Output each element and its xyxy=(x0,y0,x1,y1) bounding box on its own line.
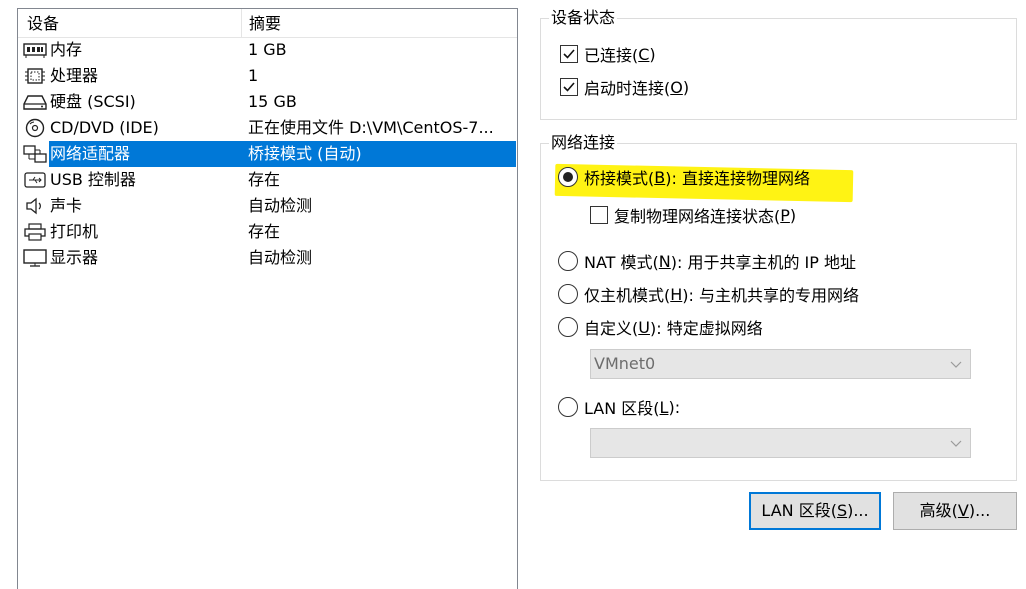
device-summary: 自动检测 xyxy=(248,196,313,215)
device-row-cd-dvd[interactable]: CD/DVD (IDE) 正在使用文件 D:\VM\CentOS-7... xyxy=(18,115,517,141)
bridged-mode-description: ): 直接连接物理网络 xyxy=(665,169,810,188)
device-row-network-adapter[interactable]: 网络适配器 桥接模式 (自动) xyxy=(18,141,517,167)
device-summary: 自动检测 xyxy=(248,248,313,267)
connect-at-power-on-accesskey: O xyxy=(670,77,683,97)
device-name: 显示器 xyxy=(50,248,99,267)
device-summary: 正在使用文件 D:\VM\CentOS-7... xyxy=(248,118,494,137)
bridged-mode-accesskey: B xyxy=(654,167,666,187)
device-row-sound-card[interactable]: 声卡 自动检测 xyxy=(18,193,517,219)
device-summary: 桥接模式 (自动) xyxy=(248,144,362,163)
device-summary: 存在 xyxy=(248,170,281,189)
device-name: 硬盘 (SCSI) xyxy=(50,92,136,111)
column-header-device[interactable]: 设备 xyxy=(18,9,242,38)
device-summary: 存在 xyxy=(248,222,281,241)
lan-segment-label: LAN 区段( xyxy=(584,399,660,418)
checkbox-box[interactable] xyxy=(560,45,578,63)
device-row-printer[interactable]: 打印机 存在 xyxy=(18,219,517,245)
device-name: 处理器 xyxy=(50,66,99,85)
advanced-button[interactable]: 高级(V)... xyxy=(893,492,1017,530)
device-row-usb-controller[interactable]: USB 控制器 存在 xyxy=(18,167,517,193)
host-only-accesskey: H xyxy=(670,284,683,304)
device-name: 网络适配器 xyxy=(50,144,131,163)
advanced-button-suffix: )... xyxy=(968,501,991,520)
device-summary: 1 xyxy=(248,66,259,85)
bridged-mode-label: 桥接模式( xyxy=(584,169,655,188)
monitor-icon xyxy=(22,248,48,268)
host-only-label: 仅主机模式( xyxy=(584,286,671,305)
device-list-header: 设备 摘要 xyxy=(18,9,517,38)
custom-network-label: 自定义( xyxy=(584,319,639,338)
lan-segments-button-suffix: )... xyxy=(847,501,869,520)
connected-label-suffix: ) xyxy=(649,44,656,64)
device-status-group: 设备状态 xyxy=(540,8,1017,120)
bridged-mode-radio[interactable]: 桥接模式(B): 直接连接物理网络 xyxy=(558,165,810,189)
device-name: CD/DVD (IDE) xyxy=(50,118,159,137)
replicate-physical-state-checkbox[interactable]: 复制物理网络连接状态(P) xyxy=(590,203,796,227)
nat-mode-radio[interactable]: NAT 模式(N): 用于共享主机的 IP 地址 xyxy=(558,249,856,273)
checkbox-box[interactable] xyxy=(590,206,608,224)
network-connection-title: 网络连接 xyxy=(549,133,618,153)
lan-segments-button-label: LAN 区段( xyxy=(761,501,837,520)
checkbox-box[interactable] xyxy=(560,78,578,96)
device-name: USB 控制器 xyxy=(50,170,136,189)
usb-icon xyxy=(22,170,48,190)
printer-icon xyxy=(22,222,48,242)
connected-label: 已连接( xyxy=(584,46,639,65)
lan-segments-button-accesskey: S xyxy=(836,501,848,520)
connected-accesskey: C xyxy=(638,44,650,64)
advanced-button-accesskey: V xyxy=(957,501,969,520)
nat-mode-description: ): 用于共享主机的 IP 地址 xyxy=(670,253,857,272)
lan-segment-label-suffix: ): xyxy=(668,397,681,417)
device-list[interactable]: 设备 摘要 内存 1 GB 处理器 1 硬盘 (SCSI) 15 GB CD/D… xyxy=(17,8,518,589)
radio-button[interactable] xyxy=(558,397,578,417)
hard-disk-icon xyxy=(22,92,48,112)
device-row-memory[interactable]: 内存 1 GB xyxy=(18,37,517,63)
memory-icon xyxy=(22,40,48,60)
custom-network-select[interactable]: VMnet0 xyxy=(590,349,971,379)
lan-segment-select[interactable] xyxy=(590,428,971,458)
custom-network-accesskey: U xyxy=(638,317,650,337)
device-row-processor[interactable]: 处理器 1 xyxy=(18,63,517,89)
radio-button[interactable] xyxy=(558,167,578,187)
nat-mode-accesskey: N xyxy=(658,251,671,271)
cd-dvd-icon xyxy=(22,118,48,138)
radio-button[interactable] xyxy=(558,317,578,337)
device-summary: 15 GB xyxy=(248,92,297,111)
lan-segment-accesskey: L xyxy=(659,397,669,417)
connect-at-power-on-checkbox[interactable]: 启动时连接(O) xyxy=(560,75,689,99)
radio-button[interactable] xyxy=(558,284,578,304)
device-summary: 1 GB xyxy=(248,40,287,59)
processor-icon xyxy=(22,66,48,86)
speaker-icon xyxy=(22,196,48,216)
custom-network-select-value: VMnet0 xyxy=(594,354,656,373)
chevron-down-icon xyxy=(950,438,962,448)
host-only-description: ): 与主机共享的专用网络 xyxy=(682,286,860,305)
custom-network-radio[interactable]: 自定义(U): 特定虚拟网络 xyxy=(558,315,763,339)
network-adapter-icon xyxy=(22,144,48,164)
lan-segments-button[interactable]: LAN 区段(S)... xyxy=(749,492,881,530)
connect-at-power-on-label-suffix: ) xyxy=(682,77,690,97)
column-header-summary[interactable]: 摘要 xyxy=(242,9,517,38)
device-row-hard-disk[interactable]: 硬盘 (SCSI) 15 GB xyxy=(18,89,517,115)
device-name: 打印机 xyxy=(50,222,99,241)
replicate-accesskey: P xyxy=(780,205,790,225)
device-status-title: 设备状态 xyxy=(549,8,618,28)
chevron-down-icon xyxy=(950,359,962,369)
replicate-label-suffix: ) xyxy=(789,205,797,225)
lan-segment-radio[interactable]: LAN 区段(L): xyxy=(558,395,680,419)
custom-network-description: ): 特定虚拟网络 xyxy=(649,319,763,338)
radio-button[interactable] xyxy=(558,251,578,271)
connect-at-power-on-label: 启动时连接( xyxy=(584,79,671,98)
advanced-button-label: 高级( xyxy=(919,501,958,520)
replicate-label: 复制物理网络连接状态( xyxy=(614,207,781,226)
connected-checkbox[interactable]: 已连接(C) xyxy=(560,42,656,66)
radio-selected-dot xyxy=(563,172,573,182)
device-row-display[interactable]: 显示器 自动检测 xyxy=(18,245,517,271)
device-name: 内存 xyxy=(50,40,83,59)
device-name: 声卡 xyxy=(50,196,83,215)
host-only-mode-radio[interactable]: 仅主机模式(H): 与主机共享的专用网络 xyxy=(558,282,859,306)
nat-mode-label: NAT 模式( xyxy=(584,253,659,272)
